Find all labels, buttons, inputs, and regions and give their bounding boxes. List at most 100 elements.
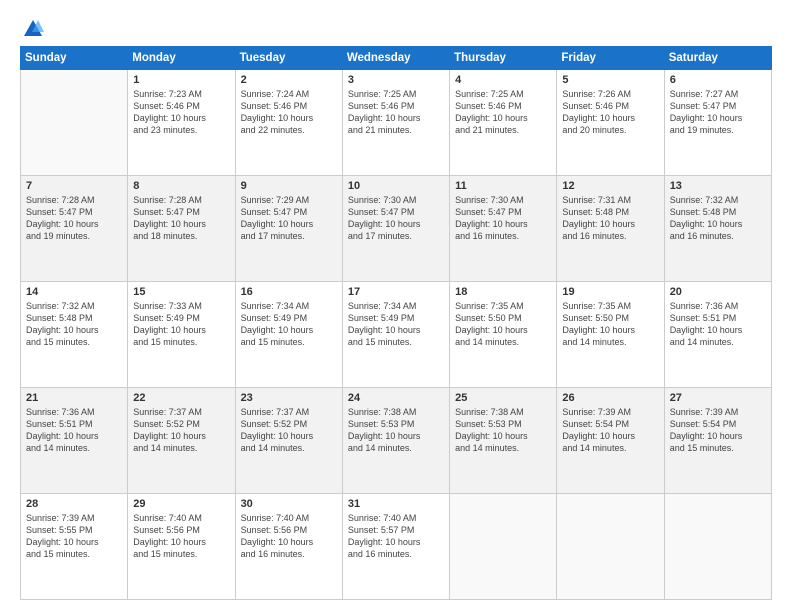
calendar-cell [21,70,128,176]
cell-info: Sunrise: 7:24 AMSunset: 5:46 PMDaylight:… [241,88,337,137]
day-number: 22 [133,392,229,404]
calendar-cell: 1Sunrise: 7:23 AMSunset: 5:46 PMDaylight… [128,70,235,176]
day-number: 21 [26,392,122,404]
day-number: 30 [241,498,337,510]
cell-info: Sunrise: 7:34 AMSunset: 5:49 PMDaylight:… [348,300,444,349]
cell-info: Sunrise: 7:30 AMSunset: 5:47 PMDaylight:… [348,194,444,243]
calendar-week-2: 7Sunrise: 7:28 AMSunset: 5:47 PMDaylight… [21,176,772,282]
header-monday: Monday [128,47,235,70]
page: SundayMondayTuesdayWednesdayThursdayFrid… [0,0,792,612]
calendar-week-3: 14 Sunrise: 7:32 AMSunset: 5:48 PMDayligh… [21,282,772,388]
day-number: 24 [348,392,444,404]
cell-info: Sunrise: 7:40 AMSunset: 5:56 PMDaylight:… [133,512,229,561]
day-number: 26 [562,392,658,404]
day-number: 13 [670,180,766,192]
header-wednesday: Wednesday [342,47,449,70]
calendar-cell: 19Sunrise: 7:35 AMSunset: 5:50 PMDayligh… [557,282,664,388]
calendar-cell: 30 Sunrise: 7:40 AMSunset: 5:56 PMDayligh… [235,494,342,600]
day-number: 2 [241,74,337,86]
calendar-cell: 5 Sunrise: 7:26 AMSunset: 5:46 PMDaylight… [557,70,664,176]
calendar-cell: 22 Sunrise: 7:37 AMSunset: 5:52 PMDayligh… [128,388,235,494]
header [20,18,772,36]
calendar-cell: 8Sunrise: 7:28 AMSunset: 5:47 PMDaylight… [128,176,235,282]
day-number: 25 [455,392,551,404]
calendar-cell: 20Sunrise: 7:36 AMSunset: 5:51 PMDayligh… [664,282,771,388]
cell-info: Sunrise: 7:33 AMSunset: 5:49 PMDaylight:… [133,300,229,349]
day-number: 4 [455,74,551,86]
calendar-cell: 18Sunrise: 7:35 AMSunset: 5:50 PMDayligh… [450,282,557,388]
day-number: 1 [133,74,229,86]
day-number: 12 [562,180,658,192]
header-thursday: Thursday [450,47,557,70]
cell-info: Sunrise: 7:36 AMSunset: 5:51 PMDaylight:… [26,406,122,455]
calendar-cell: 3 Sunrise: 7:25 AMSunset: 5:46 PMDaylight… [342,70,449,176]
day-number: 8 [133,180,229,192]
calendar-cell: 29 Sunrise: 7:40 AMSunset: 5:56 PMDayligh… [128,494,235,600]
calendar-cell: 10Sunrise: 7:30 AMSunset: 5:47 PMDayligh… [342,176,449,282]
cell-info: Sunrise: 7:27 AMSunset: 5:47 PMDaylight:… [670,88,766,137]
calendar-cell: 27 Sunrise: 7:39 AMSunset: 5:54 PMDayligh… [664,388,771,494]
cell-info: Sunrise: 7:40 AMSunset: 5:57 PMDaylight:… [348,512,444,561]
calendar-cell: 14 Sunrise: 7:32 AMSunset: 5:48 PMDayligh… [21,282,128,388]
cell-info: Sunrise: 7:32 AMSunset: 5:48 PMDaylight:… [670,194,766,243]
calendar-cell: 23 Sunrise: 7:37 AMSunset: 5:52 PMDayligh… [235,388,342,494]
calendar-week-1: 1Sunrise: 7:23 AMSunset: 5:46 PMDaylight… [21,70,772,176]
logo-icon [22,18,44,40]
cell-info: Sunrise: 7:31 AMSunset: 5:48 PMDaylight:… [562,194,658,243]
calendar-cell: 28 Sunrise: 7:39 AMSunset: 5:55 PMDayligh… [21,494,128,600]
day-number: 14 [26,286,122,298]
day-number: 11 [455,180,551,192]
cell-info: Sunrise: 7:39 AMSunset: 5:55 PMDaylight:… [26,512,122,561]
logo-text [20,18,44,40]
header-tuesday: Tuesday [235,47,342,70]
calendar-cell: 17 Sunrise: 7:34 AMSunset: 5:49 PMDayligh… [342,282,449,388]
cell-info: Sunrise: 7:40 AMSunset: 5:56 PMDaylight:… [241,512,337,561]
calendar-cell: 2 Sunrise: 7:24 AMSunset: 5:46 PMDaylight… [235,70,342,176]
calendar-cell [557,494,664,600]
cell-info: Sunrise: 7:39 AMSunset: 5:54 PMDaylight:… [562,406,658,455]
calendar-cell: 12 Sunrise: 7:31 AMSunset: 5:48 PMDayligh… [557,176,664,282]
cell-info: Sunrise: 7:36 AMSunset: 5:51 PMDaylight:… [670,300,766,349]
calendar-week-5: 28 Sunrise: 7:39 AMSunset: 5:55 PMDayligh… [21,494,772,600]
calendar-cell: 21 Sunrise: 7:36 AMSunset: 5:51 PMDayligh… [21,388,128,494]
day-number: 16 [241,286,337,298]
day-number: 6 [670,74,766,86]
cell-info: Sunrise: 7:29 AMSunset: 5:47 PMDaylight:… [241,194,337,243]
day-number: 27 [670,392,766,404]
cell-info: Sunrise: 7:38 AMSunset: 5:53 PMDaylight:… [348,406,444,455]
calendar-cell [450,494,557,600]
calendar-cell: 24 Sunrise: 7:38 AMSunset: 5:53 PMDayligh… [342,388,449,494]
day-number: 7 [26,180,122,192]
day-number: 29 [133,498,229,510]
cell-info: Sunrise: 7:32 AMSunset: 5:48 PMDaylight:… [26,300,122,349]
day-number: 3 [348,74,444,86]
cell-info: Sunrise: 7:37 AMSunset: 5:52 PMDaylight:… [133,406,229,455]
calendar-cell: 26 Sunrise: 7:39 AMSunset: 5:54 PMDayligh… [557,388,664,494]
cell-info: Sunrise: 7:37 AMSunset: 5:52 PMDaylight:… [241,406,337,455]
day-number: 17 [348,286,444,298]
day-number: 28 [26,498,122,510]
calendar-cell [664,494,771,600]
header-friday: Friday [557,47,664,70]
calendar-cell: 4 Sunrise: 7:25 AMSunset: 5:46 PMDaylight… [450,70,557,176]
day-number: 19 [562,286,658,298]
calendar-cell: 13 Sunrise: 7:32 AMSunset: 5:48 PMDayligh… [664,176,771,282]
cell-info: Sunrise: 7:30 AMSunset: 5:47 PMDaylight:… [455,194,551,243]
cell-info: Sunrise: 7:25 AMSunset: 5:46 PMDaylight:… [455,88,551,137]
cell-info: Sunrise: 7:39 AMSunset: 5:54 PMDaylight:… [670,406,766,455]
cell-info: Sunrise: 7:26 AMSunset: 5:46 PMDaylight:… [562,88,658,137]
calendar-cell: 31 Sunrise: 7:40 AMSunset: 5:57 PMDayligh… [342,494,449,600]
day-number: 31 [348,498,444,510]
logo [20,18,44,36]
day-number: 23 [241,392,337,404]
calendar-cell: 7Sunrise: 7:28 AMSunset: 5:47 PMDaylight… [21,176,128,282]
calendar-week-4: 21 Sunrise: 7:36 AMSunset: 5:51 PMDayligh… [21,388,772,494]
calendar-cell: 16Sunrise: 7:34 AMSunset: 5:49 PMDayligh… [235,282,342,388]
header-saturday: Saturday [664,47,771,70]
calendar-cell: 15Sunrise: 7:33 AMSunset: 5:49 PMDayligh… [128,282,235,388]
day-number: 9 [241,180,337,192]
header-sunday: Sunday [21,47,128,70]
calendar-cell: 9 Sunrise: 7:29 AMSunset: 5:47 PMDaylight… [235,176,342,282]
day-number: 5 [562,74,658,86]
cell-info: Sunrise: 7:25 AMSunset: 5:46 PMDaylight:… [348,88,444,137]
